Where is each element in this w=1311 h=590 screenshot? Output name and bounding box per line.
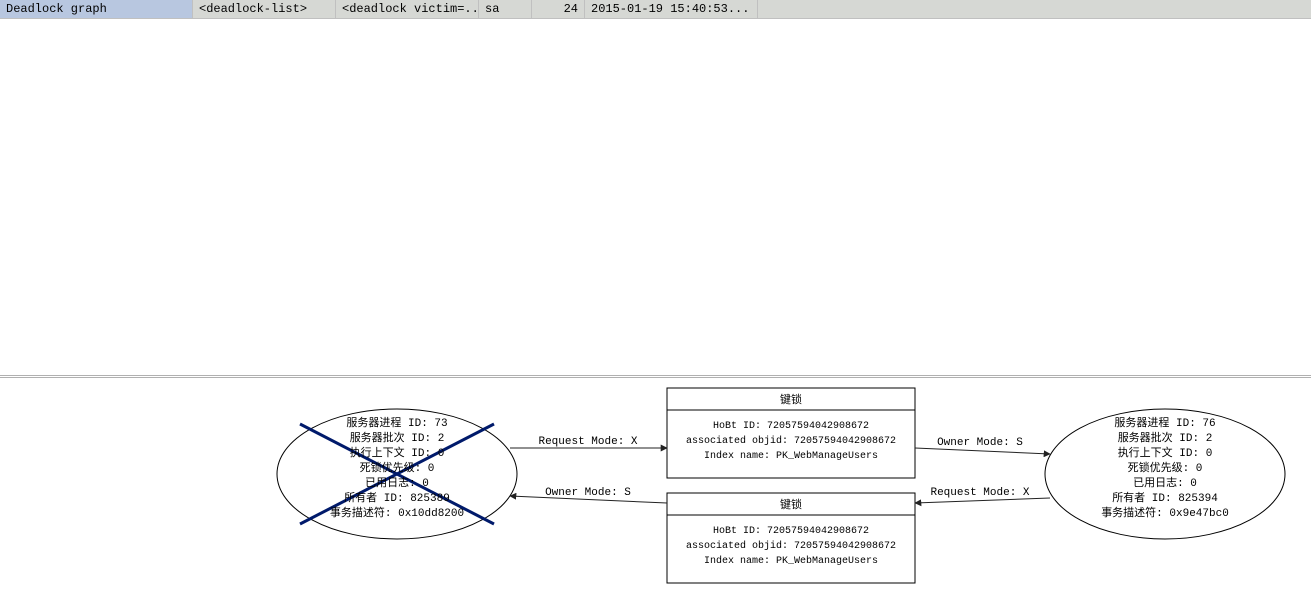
- cell-textdata: <deadlock-list>: [193, 0, 336, 18]
- resource-top-line-2: Index name: PK_WebManageUsers: [704, 450, 878, 462]
- other-line-5: 所有者 ID: 825394: [1112, 490, 1218, 505]
- event-row[interactable]: Deadlock graph <deadlock-list> <deadlock…: [0, 0, 1311, 19]
- cell-starttime: 2015-01-19 15:40:53...: [585, 0, 758, 18]
- victim-line-3: 死锁优先级: 0: [360, 460, 435, 475]
- resource-bottom-line-1: associated objid: 72057594042908672: [686, 540, 896, 552]
- other-line-1: 服务器批次 ID: 2: [1118, 430, 1213, 445]
- victim-line-0: 服务器进程 ID: 73: [346, 416, 447, 430]
- other-line-4: 已用日志: 0: [1133, 476, 1197, 490]
- other-line-3: 死锁优先级: 0: [1128, 460, 1203, 475]
- victim-line-6: 事务描述符: 0x10dd8200: [330, 505, 464, 520]
- edge-label-owner-s-left: Owner Mode: S: [545, 487, 631, 499]
- cell-eventclass: Deadlock graph: [0, 0, 193, 18]
- edge-label-req-x-left: Request Mode: X: [538, 436, 637, 448]
- resource-top-node[interactable]: 键锁 HoBt ID: 72057594042908672 associated…: [667, 388, 915, 478]
- resource-bottom-node[interactable]: 键锁 HoBt ID: 72057594042908672 associated…: [667, 493, 915, 583]
- victim-line-5: 所有者 ID: 825389: [344, 490, 450, 505]
- edge-label-req-x-right: Request Mode: X: [930, 487, 1029, 499]
- other-line-6: 事务描述符: 0x9e47bc0: [1101, 505, 1229, 520]
- cell-spid: 24: [532, 0, 585, 18]
- resource-bottom-title: 键锁: [780, 497, 802, 512]
- resource-bottom-line-0: HoBt ID: 72057594042908672: [713, 526, 869, 537]
- resource-top-title: 键锁: [780, 392, 802, 407]
- cell-login: sa: [479, 0, 532, 18]
- victim-line-2: 执行上下文 ID: 0: [350, 445, 445, 460]
- victim-process-node[interactable]: 服务器进程 ID: 73 服务器批次 ID: 2 执行上下文 ID: 0 死锁优…: [277, 409, 517, 539]
- deadlock-graph-svg: 服务器进程 ID: 73 服务器批次 ID: 2 执行上下文 ID: 0 死锁优…: [0, 378, 1311, 586]
- victim-line-1: 服务器批次 ID: 2: [350, 430, 445, 445]
- other-line-2: 执行上下文 ID: 0: [1118, 445, 1213, 460]
- victim-line-4: 已用日志: 0: [365, 476, 429, 490]
- other-line-0: 服务器进程 ID: 76: [1114, 416, 1215, 430]
- cell-textdata2: <deadlock victim=...: [336, 0, 479, 18]
- resource-bottom-line-2: Index name: PK_WebManageUsers: [704, 555, 878, 567]
- edge-label-owner-s-right: Owner Mode: S: [937, 437, 1023, 449]
- resource-top-line-0: HoBt ID: 72057594042908672: [713, 421, 869, 432]
- resource-top-line-1: associated objid: 72057594042908672: [686, 435, 896, 447]
- other-process-node[interactable]: 服务器进程 ID: 76 服务器批次 ID: 2 执行上下文 ID: 0 死锁优…: [1045, 409, 1285, 539]
- deadlock-graph-pane: 服务器进程 ID: 73 服务器批次 ID: 2 执行上下文 ID: 0 死锁优…: [0, 378, 1311, 586]
